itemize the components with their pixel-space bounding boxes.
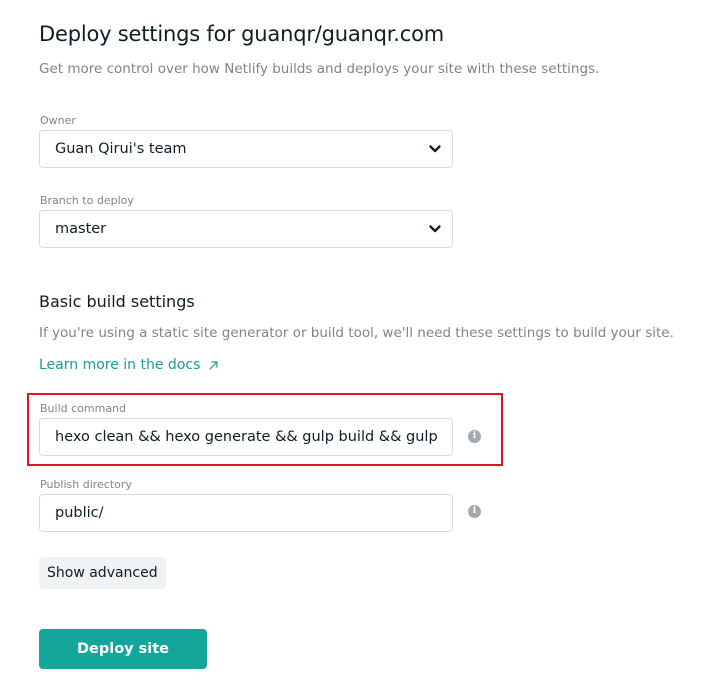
section-description: If you're using a static site generator …	[39, 325, 674, 341]
arrow-up-right-icon	[209, 360, 218, 370]
branch-select[interactable]: master	[39, 210, 453, 248]
owner-label: Owner	[40, 114, 76, 127]
owner-select[interactable]: Guan Qirui's team	[39, 130, 453, 168]
page-subtitle: Get more control over how Netlify builds…	[39, 61, 600, 77]
publish-directory-value: public/	[55, 505, 104, 521]
build-command-input[interactable]: hexo clean && hexo generate && gulp buil…	[39, 418, 453, 456]
page-title: Deploy settings for guanqr/guanqr.com	[39, 22, 445, 46]
build-command-label: Build command	[40, 402, 127, 415]
deploy-site-button[interactable]: Deploy site	[39, 629, 207, 669]
show-advanced-button[interactable]: Show advanced	[39, 557, 166, 589]
publish-directory-input[interactable]: public/	[39, 494, 453, 532]
docs-link-label: Learn more in the docs	[39, 357, 201, 373]
section-title: Basic build settings	[39, 292, 195, 311]
docs-link[interactable]: Learn more in the docs	[39, 357, 219, 373]
chevron-down-icon	[429, 225, 441, 233]
publish-directory-label: Publish directory	[40, 478, 132, 491]
branch-select-value: master	[55, 221, 107, 237]
chevron-down-icon	[429, 145, 441, 153]
owner-select-value: Guan Qirui's team	[55, 141, 187, 157]
build-command-value: hexo clean && hexo generate && gulp buil…	[55, 429, 438, 445]
info-icon[interactable]: i	[468, 430, 481, 443]
info-icon[interactable]: i	[468, 505, 481, 518]
branch-label: Branch to deploy	[40, 194, 134, 207]
